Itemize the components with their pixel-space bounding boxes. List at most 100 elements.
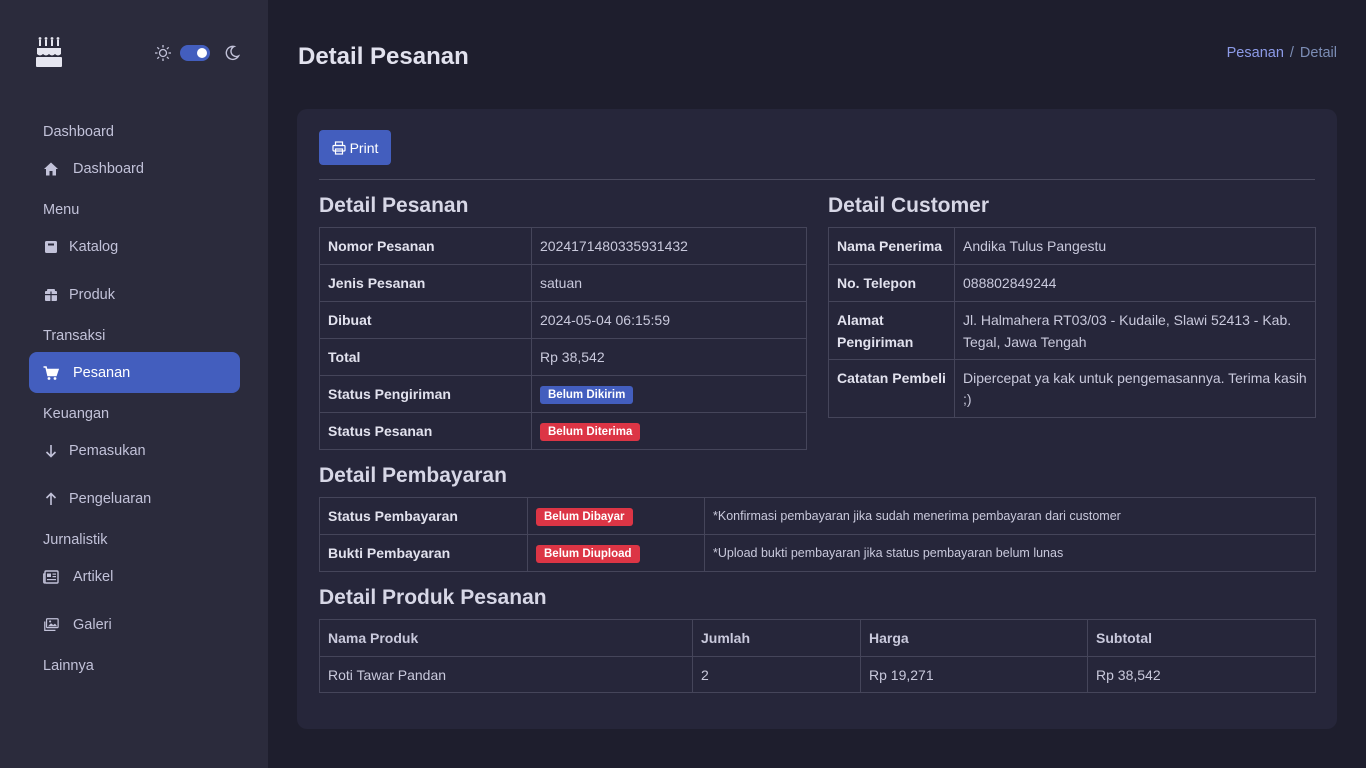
moon-icon [225,45,240,61]
sidebar-item-dashboard[interactable]: Dashboard [29,148,240,189]
payment-proof-badge: Belum Diupload [536,544,640,563]
menu-title-lainnya: Lainnya [43,658,94,674]
order-type-label: Jenis Pesanan [319,264,532,302]
table-row: Dibuat 2024-05-04 06:15:59 [319,301,807,339]
newspaper-icon [43,569,59,585]
order-detail-card: Print Detail Pesanan Nomor Pesanan 20241… [297,109,1337,729]
sidebar-item-katalog[interactable]: Katalog [29,226,240,267]
sidebar-item-pengeluaran[interactable]: Pengeluaran [29,478,240,519]
payment-proof-cell: Belum Diupload [527,534,705,572]
breadcrumb-link-pesanan[interactable]: Pesanan [1227,45,1284,61]
products-table: Nama Produk Jumlah Harga Subtotal Roti T… [319,619,1316,693]
sidebar-item-label: Katalog [69,238,119,255]
order-section-title: Detail Pesanan [319,194,469,217]
sidebar-item-label: Produk [69,286,115,303]
print-button[interactable]: Print [319,130,391,165]
sun-icon [155,45,171,61]
column-header: Jumlah [692,619,861,657]
payment-status-cell: Belum Dibayar [527,497,705,535]
sidebar-item-galeri[interactable]: Galeri [29,604,240,645]
product-qty-cell: 2 [692,656,861,693]
column-header: Harga [860,619,1088,657]
recipient-name-label: Nama Penerima [828,227,955,265]
sidebar: Dashboard Dashboard Menu Katalog Produk … [0,0,268,768]
cake-icon[interactable] [36,36,62,68]
sidebar-item-produk[interactable]: Produk [29,274,240,315]
table-row: Alamat Pengiriman Jl. Halmahera RT03/03 … [828,301,1316,360]
table-header-row: Nama Produk Jumlah Harga Subtotal [319,619,1316,657]
cart-icon [43,365,59,381]
sidebar-item-artikel[interactable]: Artikel [29,556,240,597]
order-status-cell: Belum Diterima [531,412,807,450]
table-row: Nomor Pesanan 2024171480335931432 [319,227,807,265]
buyer-note-value: Dipercepat ya kak untuk pengemasannya. T… [954,359,1316,418]
product-name-cell: Roti Tawar Pandan [319,656,693,693]
dark-mode-switch[interactable] [180,45,210,61]
page-title: Detail Pesanan [298,43,469,70]
images-icon [43,617,59,633]
sidebar-menu: Dashboard Dashboard Menu Katalog Produk … [29,112,240,679]
payment-status-note: *Konfirmasi pembayaran jika sudah meneri… [704,497,1316,535]
table-row: Bukti Pembayaran Belum Diupload *Upload … [319,534,1316,572]
payment-proof-label: Bukti Pembayaran [319,534,528,572]
box-icon [43,287,59,303]
order-number-value: 2024171480335931432 [531,227,807,265]
sidebar-item-pesanan[interactable]: Pesanan [29,352,240,393]
order-created-label: Dibuat [319,301,532,339]
table-row: Nama Penerima Andika Tulus Pangestu [828,227,1316,265]
order-created-value: 2024-05-04 06:15:59 [531,301,807,339]
buyer-note-label: Catatan Pembeli [828,359,955,418]
order-total-value: Rp 38,542 [531,338,807,376]
customer-section-title: Detail Customer [828,194,990,217]
table-row: Status Pengiriman Belum Dikirim [319,375,807,413]
order-type-value: satuan [531,264,807,302]
order-total-label: Total [319,338,532,376]
order-number-label: Nomor Pesanan [319,227,532,265]
payment-section-title: Detail Pembayaran [319,464,507,487]
table-row: Status Pesanan Belum Diterima [319,412,807,450]
divider [319,179,1315,180]
menu-title-jurnalistik: Jurnalistik [43,532,108,548]
order-status-badge: Belum Diterima [540,422,641,441]
table-row: Status Pembayaran Belum Dibayar *Konfirm… [319,497,1316,535]
breadcrumb: Pesanan / Detail [1227,45,1337,61]
theme-toggle [154,44,240,62]
shipping-status-cell: Belum Dikirim [531,375,807,413]
house-icon [43,161,59,177]
payment-status-badge: Belum Dibayar [536,507,633,526]
table-row: Total Rp 38,542 [319,338,807,376]
printer-icon [331,140,346,155]
menu-title-transaksi: Transaksi [43,328,106,344]
customer-table: Nama Penerima Andika Tulus Pangestu No. … [828,227,1316,418]
order-status-label: Status Pesanan [319,412,532,450]
table-row: No. Telepon 088802849244 [828,264,1316,302]
address-label: Alamat Pengiriman [828,301,955,360]
product-price-cell: Rp 19,271 [860,656,1088,693]
product-subtotal-cell: Rp 38,542 [1087,656,1316,693]
arrow-up-icon [43,491,59,507]
table-row: Roti Tawar Pandan 2 Rp 19,271 Rp 38,542 [319,656,1316,693]
payment-table: Status Pembayaran Belum Dibayar *Konfirm… [319,497,1316,572]
phone-label: No. Telepon [828,264,955,302]
menu-title-menu: Menu [43,202,80,218]
sidebar-item-label: Dashboard [73,160,144,177]
sidebar-item-label: Pesanan [73,364,131,381]
breadcrumb-separator: / [1289,45,1294,61]
sidebar-item-label: Pengeluaran [69,490,152,507]
order-table: Nomor Pesanan 2024171480335931432 Jenis … [319,227,807,450]
sidebar-item-label: Pemasukan [69,442,146,459]
menu-title-keuangan: Keuangan [43,406,110,422]
table-row: Catatan Pembeli Dipercepat ya kak untuk … [828,359,1316,418]
payment-status-label: Status Pembayaran [319,497,528,535]
column-header: Subtotal [1087,619,1316,657]
arrow-down-icon [43,443,59,459]
phone-value: 088802849244 [954,264,1316,302]
column-header: Nama Produk [319,619,693,657]
sidebar-item-pemasukan[interactable]: Pemasukan [29,430,240,471]
recipient-name-value: Andika Tulus Pangestu [954,227,1316,265]
menu-title-dashboard: Dashboard [43,124,114,140]
breadcrumb-current: Detail [1299,45,1337,61]
table-row: Jenis Pesanan satuan [319,264,807,302]
payment-proof-note: *Upload bukti pembayaran jika status pem… [704,534,1316,572]
products-section-title: Detail Produk Pesanan [319,586,547,609]
